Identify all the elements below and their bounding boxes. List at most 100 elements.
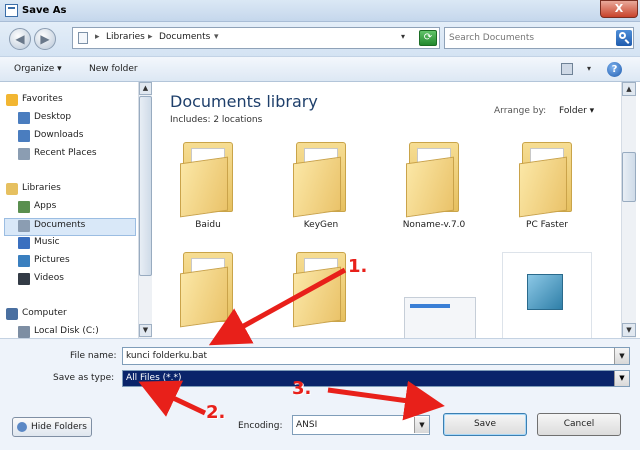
scroll-up-arrow-icon[interactable]: ▲: [139, 82, 152, 95]
breadcrumb-separator[interactable]: ▸: [95, 32, 100, 42]
folder-item[interactable]: [158, 252, 258, 338]
sidebar-item-label: Downloads: [34, 130, 84, 140]
folder-front: [180, 266, 228, 328]
script-file-icon: [527, 274, 563, 310]
forward-button[interactable]: ▶: [34, 28, 56, 50]
address-history-dropdown-icon[interactable]: ▾: [401, 32, 405, 41]
view-dropdown-icon[interactable]: ▾: [587, 64, 591, 73]
folder-item[interactable]: Baidu: [158, 142, 258, 252]
disk-icon: [18, 326, 30, 338]
sidebar-item-videos[interactable]: Videos: [4, 271, 136, 288]
pictures-icon: [18, 255, 30, 267]
scroll-up-arrow-icon[interactable]: ▲: [622, 82, 636, 96]
encoding-dropdown-icon[interactable]: ▼: [414, 417, 429, 433]
search-box[interactable]: [444, 27, 634, 49]
toolbar: Organize ▾ New folder ▾ ?: [0, 56, 640, 82]
folder-front: [406, 156, 454, 218]
save-as-type-select[interactable]: All Files (*.*): [122, 370, 630, 387]
file-list-pane: Documents library Includes: 2 locations …: [153, 82, 621, 338]
desktop-icon: [18, 112, 30, 124]
hide-folders-label: Hide Folders: [31, 422, 87, 432]
file-item[interactable]: [384, 252, 484, 338]
annotation-step-1: 1.: [348, 256, 368, 277]
sidebar-item-downloads[interactable]: Downloads: [4, 128, 136, 145]
sidebar-item-documents[interactable]: Documents: [4, 218, 136, 235]
file-name-dropdown-icon[interactable]: ▼: [614, 348, 629, 364]
encoding-label: Encoding:: [238, 421, 283, 431]
content-scrollbar[interactable]: ▲ ▼: [621, 82, 636, 338]
breadcrumb-documents[interactable]: Documents: [159, 32, 210, 42]
annotation-step-2: 2.: [206, 402, 226, 423]
save-form: File name: ▼ Save as type: All Files (*.…: [0, 338, 640, 450]
back-button[interactable]: ◀: [9, 28, 31, 50]
documents-icon: [18, 220, 30, 232]
cancel-button[interactable]: Cancel: [537, 413, 621, 436]
sidebar-item-label: Desktop: [34, 112, 72, 122]
sidebar-item-computer[interactable]: Computer: [4, 306, 136, 323]
recent-places-icon: [18, 148, 30, 160]
sidebar-item-label: Computer: [22, 308, 67, 318]
image-thumbnail-bar: [410, 304, 450, 308]
sidebar-item-libraries[interactable]: Libraries: [4, 181, 136, 198]
file-name-label: KeyGen: [303, 220, 339, 230]
folder-front: [293, 156, 341, 218]
new-folder-button[interactable]: New folder: [89, 64, 138, 74]
window-title: Save As: [22, 5, 67, 16]
sidebar-item-label: Recent Places: [34, 148, 97, 158]
collapse-icon: [17, 422, 27, 432]
sidebar-item-label: Favorites: [22, 94, 63, 104]
scroll-thumb[interactable]: [622, 152, 636, 202]
hide-folders-button[interactable]: Hide Folders: [12, 417, 92, 437]
folder-item[interactable]: Noname-v.7.0: [384, 142, 484, 252]
sidebar-item-music[interactable]: Music: [4, 235, 136, 252]
scroll-thumb[interactable]: [139, 96, 152, 276]
save-as-type-dropdown-icon[interactable]: ▼: [614, 371, 629, 386]
folder-front: [180, 156, 228, 218]
file-name-label: Baidu: [195, 220, 221, 230]
scroll-down-arrow-icon[interactable]: ▼: [622, 323, 636, 337]
file-item[interactable]: [497, 252, 597, 338]
apps-icon: [18, 201, 30, 213]
address-bar[interactable]: ▸ Libraries ▸ Documents ▾ ▾ ⟳: [72, 27, 440, 49]
sidebar-item-label: Apps: [34, 201, 57, 211]
sidebar-item-apps[interactable]: Apps: [4, 199, 136, 216]
organize-button[interactable]: Organize ▾: [14, 64, 62, 74]
search-icon[interactable]: [616, 30, 632, 46]
save-button[interactable]: Save: [443, 413, 527, 436]
title-bar: Save As X: [0, 0, 640, 22]
sidebar-item-label: Libraries: [22, 183, 61, 193]
save-as-type-label: Save as type:: [53, 373, 115, 383]
arrange-by-dropdown[interactable]: Folder ▾: [559, 106, 594, 116]
folder-front: [293, 266, 341, 328]
search-input[interactable]: [449, 32, 609, 44]
breadcrumb-libraries[interactable]: Libraries: [106, 32, 145, 42]
sidebar-item-label: Local Disk (C:): [34, 326, 99, 336]
folder-item[interactable]: PC Faster: [497, 142, 597, 252]
close-button[interactable]: X: [600, 0, 638, 18]
sidebar-item-pictures[interactable]: Pictures: [4, 253, 136, 270]
breadcrumb-dropdown-icon[interactable]: ▾: [214, 32, 219, 42]
view-options-icon[interactable]: [561, 63, 573, 75]
sidebar-item-label: Videos: [34, 273, 64, 283]
file-name-label: File name:: [70, 351, 117, 361]
file-name-input[interactable]: [122, 347, 630, 365]
library-includes[interactable]: Includes: 2 locations: [170, 115, 262, 125]
encoding-value: ANSI: [296, 420, 318, 430]
refresh-button[interactable]: ⟳: [419, 30, 437, 46]
help-icon[interactable]: ?: [607, 62, 622, 77]
sidebar-item-recent-places[interactable]: Recent Places: [4, 146, 136, 163]
breadcrumb-separator[interactable]: ▸: [148, 32, 153, 42]
navigation-scrollbar[interactable]: ▲ ▼: [138, 82, 152, 338]
star-icon: [6, 94, 18, 106]
annotation-step-3: 3.: [292, 378, 312, 399]
library-title: Documents library: [170, 92, 318, 111]
encoding-select[interactable]: ANSI ▼: [292, 415, 430, 435]
scroll-down-arrow-icon[interactable]: ▼: [139, 324, 152, 337]
sidebar-item-favorites[interactable]: Favorites: [4, 92, 136, 109]
libraries-icon: [6, 183, 18, 195]
sidebar-item-desktop[interactable]: Desktop: [4, 110, 136, 127]
arrange-by-label: Arrange by:: [494, 106, 547, 116]
folder-item[interactable]: KeyGen: [271, 142, 371, 252]
music-icon: [18, 237, 30, 249]
window-icon: [5, 4, 18, 17]
